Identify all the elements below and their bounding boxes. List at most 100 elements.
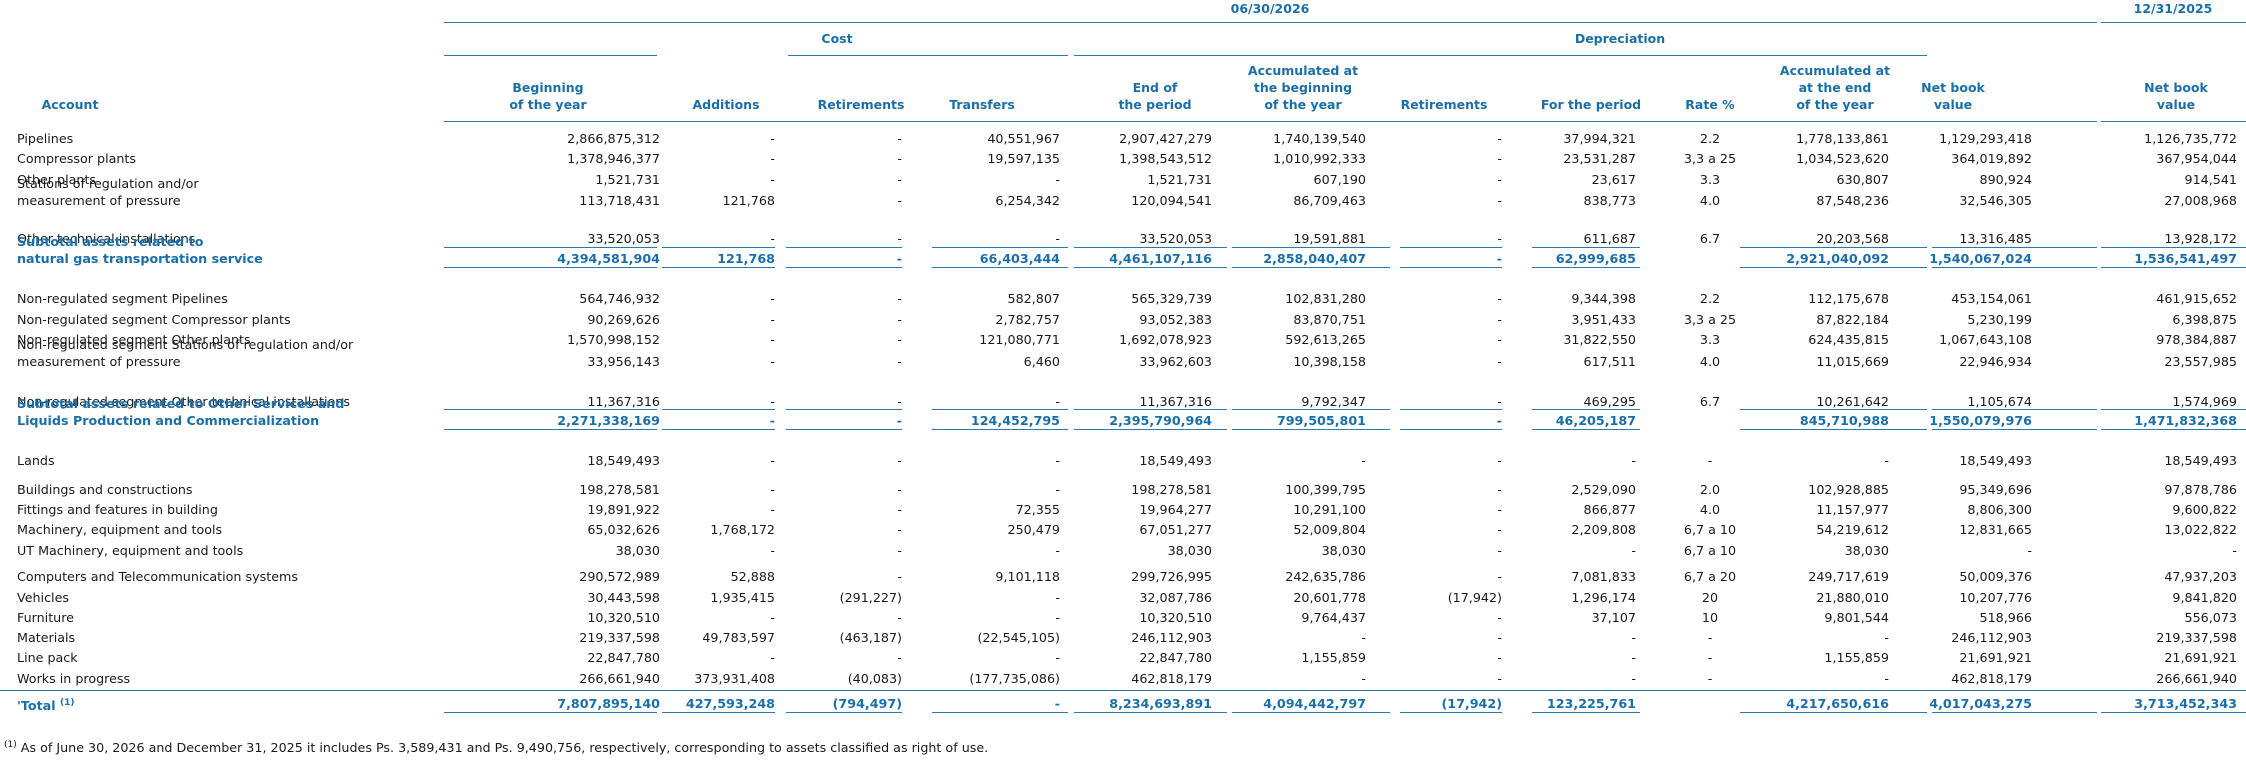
subtotal-bottom-rule <box>1740 712 1927 713</box>
subtotal-top-rule <box>1740 409 1927 410</box>
cell-col-3: - <box>897 610 902 625</box>
row-label: Non-regulated segment Stations of regula… <box>17 336 353 370</box>
row-label: UT Machinery, equipment and tools <box>17 542 243 559</box>
cell-col-3: - <box>897 332 902 347</box>
cell-col-3: - <box>897 193 902 208</box>
subtotal-top-rule <box>662 247 775 248</box>
row-label: Lands <box>17 452 55 469</box>
cell-col-8: 9,344,398 <box>1571 291 1636 306</box>
cell-col-5: 33,520,053 <box>1139 231 1212 246</box>
row-label-line: Computers and Telecommunication systems <box>17 569 298 584</box>
column-header-line: Beginning <box>512 80 584 95</box>
total-footnote-mark: (1) <box>59 698 75 708</box>
cell-col-8: 3,951,433 <box>1571 312 1636 327</box>
footnote-text: As of June 30, 2026 and December 31, 202… <box>20 740 989 756</box>
cell-col-12: 9,841,820 <box>2172 590 2237 605</box>
subtotal-bottom-rule <box>1932 429 2097 430</box>
row-label-line: Works in progress <box>17 671 131 686</box>
cell-col-8: 838,773 <box>1583 193 1636 208</box>
group-top-rule-3 <box>1074 55 1927 56</box>
total-top-rule <box>0 690 2246 691</box>
row-label-line: Materials <box>17 630 76 645</box>
row-label: Buildings and constructions <box>17 481 193 498</box>
subtotal-top-rule <box>1074 247 1227 248</box>
row-label: Line pack <box>17 649 78 666</box>
column-header-5: End of the period <box>1080 79 1230 113</box>
date-prior-rule <box>2101 22 2246 23</box>
cell-col-11: 1,540,067,024 <box>1929 251 2032 266</box>
cell-col-5: 462,818,179 <box>1131 671 1212 686</box>
cell-col-3: (40,083) <box>847 671 902 686</box>
subtotal-top-rule <box>1932 247 2097 248</box>
subtotal-bottom-rule <box>1400 267 1502 268</box>
cell-col-5: 93,052,383 <box>1139 312 1212 327</box>
subtotal-bottom-rule <box>786 429 902 430</box>
cell-col-12: 266,661,940 <box>2156 671 2237 686</box>
cell-col-3: - <box>897 482 902 497</box>
cell-col-5: 2,395,790,964 <box>1109 413 1212 428</box>
date-current-header: 06/30/2026 <box>1230 1 1310 16</box>
cell-col-5: 67,051,277 <box>1139 522 1212 537</box>
row-label-line: Subtotal assets related to <box>17 234 204 249</box>
cell-col-3: - <box>896 251 902 266</box>
row-label: Subtotal assets related to natural gas tr… <box>17 233 263 267</box>
column-header-6: Accumulated at the beginning of the year <box>1228 62 1378 113</box>
cell-col-8: 2,209,808 <box>1571 522 1636 537</box>
column-header-line: Net book <box>2144 80 2208 95</box>
cell-col-11: 246,112,903 <box>1951 630 2032 645</box>
subtotal-bottom-rule <box>1740 429 1927 430</box>
cell-col-12: 23,557,985 <box>2164 354 2237 369</box>
subtotal-bottom-rule <box>2101 429 2246 430</box>
row-label: Non-regulated segment Pipelines <box>17 290 228 307</box>
cell-col-11: 453,154,061 <box>1951 291 2032 306</box>
cell-col-3: - <box>897 569 902 584</box>
subtotal-bottom-rule <box>1232 712 1390 713</box>
subtotal-bottom-rule <box>1532 429 1640 430</box>
row-label: Materials <box>17 629 75 646</box>
cell-col-5: 19,964,277 <box>1139 502 1212 517</box>
cell-col-8: - <box>1631 630 1636 645</box>
cell-col-5: 11,367,316 <box>1139 394 1212 409</box>
cell-col-12: 367,954,044 <box>2156 151 2237 166</box>
cell-col-8: - <box>1631 543 1636 558</box>
subtotal-top-rule <box>932 409 1068 410</box>
row-label-line: Compressor plants <box>17 151 136 166</box>
column-header-line: value <box>1933 97 1973 112</box>
subtotal-top-rule <box>662 409 775 410</box>
row-label: Compressor plants <box>17 150 136 167</box>
subtotal-top-rule <box>444 409 657 410</box>
row-label: Non-regulated segment Compressor plants <box>17 311 291 328</box>
row-label-line: Furniture <box>17 610 74 625</box>
subtotal-bottom-rule <box>1740 267 1927 268</box>
cell-col-11: - <box>2027 543 2032 558</box>
row-label-line: Machinery, equipment and tools <box>17 522 223 537</box>
row-label: 'Total (1) <box>17 695 74 714</box>
cell-col-3: - <box>897 394 902 409</box>
row-label: Fittings and features in building <box>17 501 218 518</box>
row-label: Vehicles <box>17 589 69 606</box>
column-header-line: the beginning <box>1253 80 1353 95</box>
cell-col-8: 46,205,187 <box>1555 413 1636 428</box>
cell-col-5: 18,549,493 <box>1139 453 1212 468</box>
cell-col-12: 9,600,822 <box>2172 502 2237 517</box>
subtotal-bottom-rule <box>1074 267 1227 268</box>
cell-col-12: 914,541 <box>2184 172 2237 187</box>
row-label-line: Buildings and constructions <box>17 482 193 497</box>
column-header-line: Accumulated at <box>1779 63 1891 78</box>
cell-col-3: - <box>897 172 902 187</box>
cell-col-11: 518,966 <box>1979 610 2032 625</box>
cell-col-5: 10,320,510 <box>1139 610 1212 625</box>
cell-col-11: 50,009,376 <box>1959 569 2032 584</box>
row-label-line: Non-regulated segment Pipelines <box>17 291 228 306</box>
cell-col-8: 37,107 <box>1591 610 1636 625</box>
cell-col-5: 565,329,739 <box>1131 291 1212 306</box>
column-header-line: of the year <box>509 97 587 112</box>
header-bottom-rule <box>444 121 2097 122</box>
subtotal-bottom-rule <box>662 712 775 713</box>
cell-col-11: 10,207,776 <box>1959 590 2032 605</box>
cell-col-5: 22,847,780 <box>1139 650 1212 665</box>
row-label: Machinery, equipment and tools <box>17 521 222 538</box>
subtotal-bottom-rule <box>786 712 902 713</box>
cell-col-11: 95,349,696 <box>1959 482 2032 497</box>
cell-col-8: 123,225,761 <box>1546 696 1636 711</box>
